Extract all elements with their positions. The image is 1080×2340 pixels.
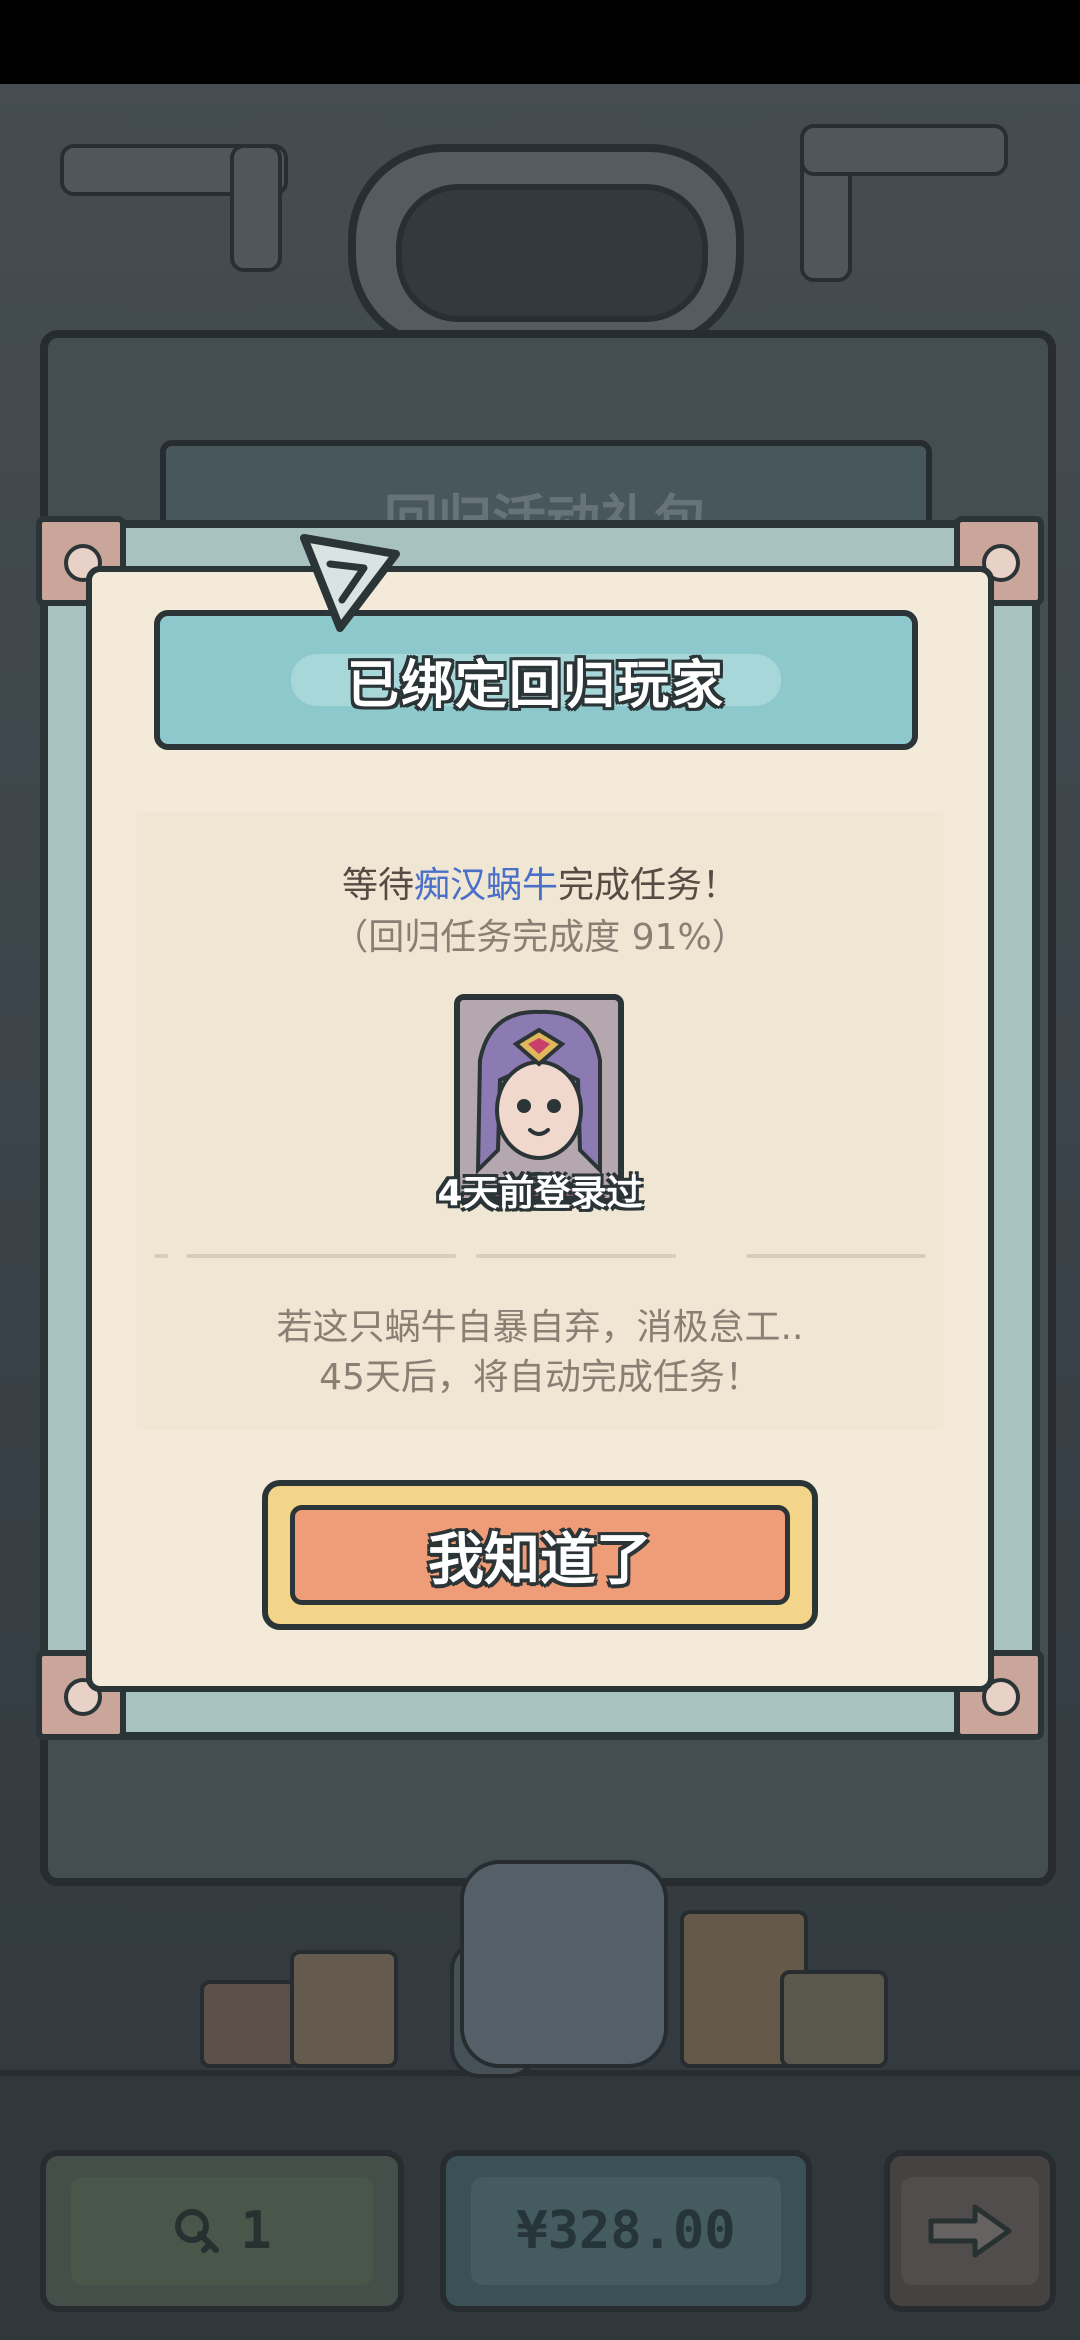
note-line-2: 45天后，将自动完成任务！ (319, 1357, 761, 1398)
note-line-1: 若这只蜗牛自暴自弃，消极怠工.. (276, 1307, 804, 1348)
last-login-label: 4天前登录过 (437, 1173, 643, 1214)
wait-prefix: 等待 (341, 865, 414, 906)
divider (746, 1254, 926, 1258)
divider (476, 1254, 676, 1258)
divider (186, 1254, 456, 1258)
game-screen: 回归活动礼包 1 ¥328.00 (0, 0, 1080, 2340)
acknowledge-button[interactable]: 我知道了 (262, 1480, 818, 1630)
wait-message: 等待痴汉蜗牛完成任务！ (136, 856, 944, 908)
divider (154, 1254, 168, 1258)
wait-suffix: 完成任务！ (558, 865, 739, 906)
progress-text: （回归任务完成度 91%） (332, 917, 748, 958)
triangle-badge-icon (300, 534, 400, 632)
player-name[interactable]: 痴汉蜗牛 (414, 865, 558, 906)
dialog-title-bar: 已绑定回归玩家 (154, 610, 918, 750)
acknowledge-button-face: 我知道了 (290, 1505, 790, 1605)
dialog-title: 已绑定回归玩家 (346, 655, 725, 716)
content-card: 等待痴汉蜗牛完成任务！ （回归任务完成度 91%） 4天前登录过 若这只蜗牛自暴… (136, 812, 944, 1430)
title-pill: 已绑定回归玩家 (291, 654, 781, 716)
acknowledge-label: 我知道了 (428, 1527, 652, 1593)
status-bar (0, 0, 1080, 84)
